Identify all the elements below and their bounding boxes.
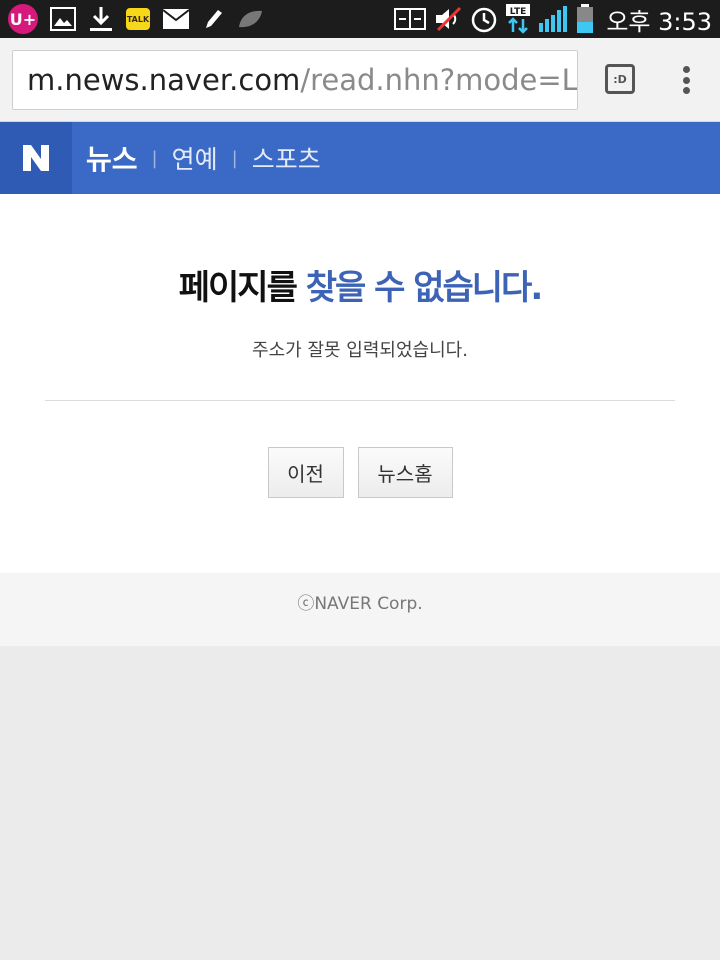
site-header: 뉴스 | 연예 | 스포츠 — [0, 122, 720, 194]
alarm-icon — [470, 5, 498, 33]
uplus-icon: U+ — [8, 4, 38, 34]
nav-separator: | — [231, 147, 238, 169]
status-system: LTE 오후 3:53 — [394, 4, 712, 36]
url-field[interactable]: m.news.naver.com/read.nhn?mode=L — [12, 50, 578, 110]
prev-button[interactable]: 이전 — [267, 447, 344, 498]
news-home-button[interactable]: 뉴스홈 — [357, 447, 453, 498]
footer-copyright: ⓒNAVER Corp. — [0, 573, 720, 646]
menu-dot — [682, 66, 690, 73]
page-background — [0, 646, 720, 960]
status-time: 오후 3:53 — [606, 7, 712, 36]
error-content: 페이지를 찾을 수 없습니다. 주소가 잘못 입력되었습니다. 이전 뉴스홈 — [0, 194, 720, 573]
naver-logo[interactable] — [0, 122, 72, 194]
status-bar: U+ TALK LTE 오후 3:53 — [0, 0, 720, 38]
lte-icon: LTE — [506, 4, 531, 34]
menu-dot — [682, 87, 690, 94]
error-title: 페이지를 찾을 수 없습니다. — [0, 260, 720, 309]
error-description: 주소가 잘못 입력되었습니다. — [252, 340, 468, 361]
nav-item-sports[interactable]: 스포츠 — [252, 140, 321, 176]
lte-label: LTE — [510, 7, 527, 17]
error-title-accent: 찾을 수 없습니다. — [305, 268, 544, 308]
nav-item-entertainment[interactable]: 연예 — [172, 140, 218, 176]
mute-icon — [434, 6, 462, 32]
gallery-icon — [50, 7, 76, 31]
signal-icon — [538, 5, 568, 33]
leaf-icon — [236, 8, 264, 30]
divider — [45, 400, 675, 401]
overflow-menu-icon[interactable] — [674, 62, 698, 98]
tabs-icon[interactable]: :D — [605, 64, 635, 94]
download-icon — [88, 5, 114, 33]
kakaotalk-icon: TALK — [126, 8, 150, 30]
naver-n-icon — [23, 145, 49, 171]
nav-item-news[interactable]: 뉴스 — [86, 138, 138, 178]
pen-icon — [202, 7, 224, 31]
status-notifications: U+ TALK — [8, 4, 264, 34]
error-actions: 이전 뉴스홈 — [0, 447, 720, 498]
url-host: m.news.naver.com — [27, 63, 301, 97]
nav-separator: | — [151, 147, 158, 169]
section-nav: 뉴스 | 연예 | 스포츠 — [86, 122, 321, 194]
email-icon — [162, 8, 190, 30]
screen-mirror-icon — [394, 7, 427, 31]
menu-dot — [682, 76, 690, 84]
browser-toolbar: m.news.naver.com/read.nhn?mode=L :D — [0, 38, 720, 122]
error-title-lead: 페이지를 — [178, 268, 298, 308]
battery-icon — [576, 4, 594, 34]
url-path: /read.nhn?mode=L — [300, 63, 578, 97]
